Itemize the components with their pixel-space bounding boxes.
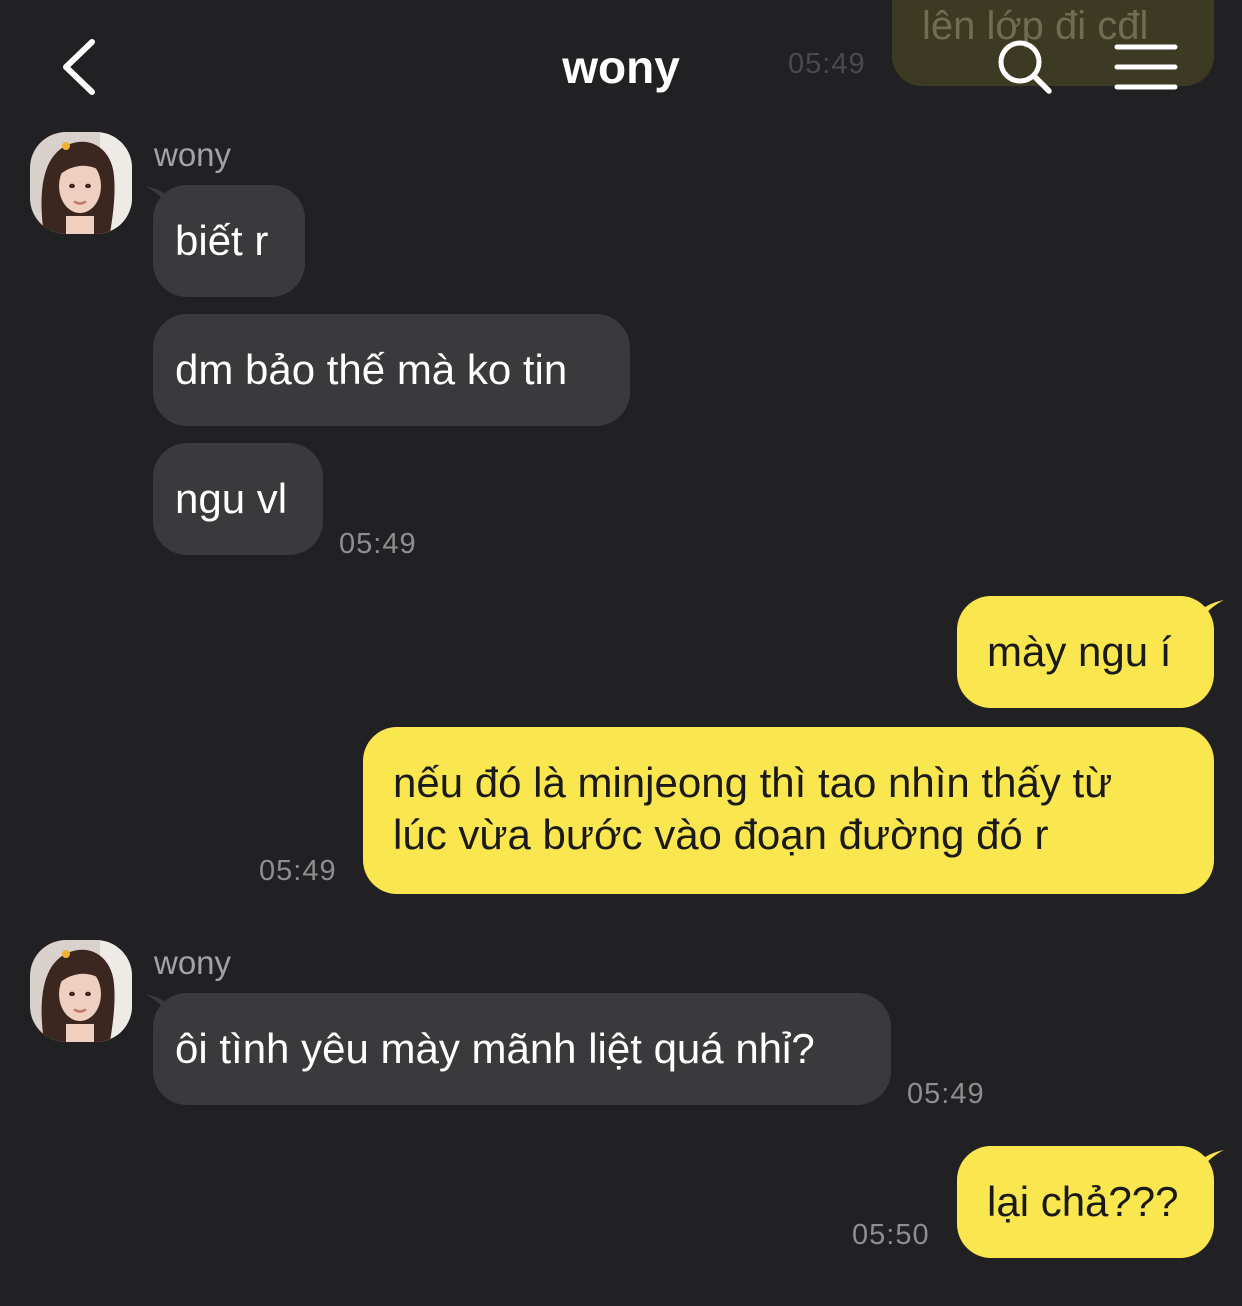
message-bubble[interactable]: dm bảo thế mà ko tin [153, 314, 630, 426]
chat-title: wony [562, 41, 680, 93]
avatar[interactable] [30, 132, 132, 234]
message-timestamp: 05:49 [259, 855, 337, 887]
message-text: dm bảo thế mà ko tin [175, 346, 568, 393]
message-bubble[interactable]: biết r [153, 185, 305, 297]
avatar[interactable] [30, 940, 132, 1042]
sender-name: wony [154, 944, 232, 981]
message-text-line: lúc vừa bước vào đoạn đường đó r [393, 811, 1049, 858]
sender-name: wony [154, 136, 232, 173]
message-text: lại chả??? [987, 1178, 1179, 1225]
message-bubble[interactable]: lại chả??? [957, 1146, 1214, 1258]
message-bubble[interactable]: ngu vl [153, 443, 323, 555]
message-bubble[interactable]: nếu đó là minjeong thì tao nhìn thấy từ … [363, 727, 1214, 894]
message-timestamp: 05:49 [339, 528, 417, 560]
message-text: ôi tình yêu mày mãnh liệt quá nhỉ? [175, 1025, 815, 1072]
message-text: ngu vl [175, 475, 288, 522]
hamburger-menu-icon[interactable] [1114, 42, 1178, 92]
message-bubble[interactable]: mày ngu í [957, 596, 1214, 708]
message-text-line: nếu đó là minjeong thì tao nhìn thấy từ [393, 759, 1113, 806]
search-icon[interactable] [996, 38, 1054, 96]
message-text: mày ngu í [987, 628, 1172, 675]
message-bubble[interactable]: ôi tình yêu mày mãnh liệt quá nhỉ? [153, 993, 891, 1105]
message-text: biết r [175, 217, 269, 264]
message-timestamp: 05:50 [852, 1219, 930, 1251]
message-timestamp: 05:49 [907, 1078, 985, 1110]
